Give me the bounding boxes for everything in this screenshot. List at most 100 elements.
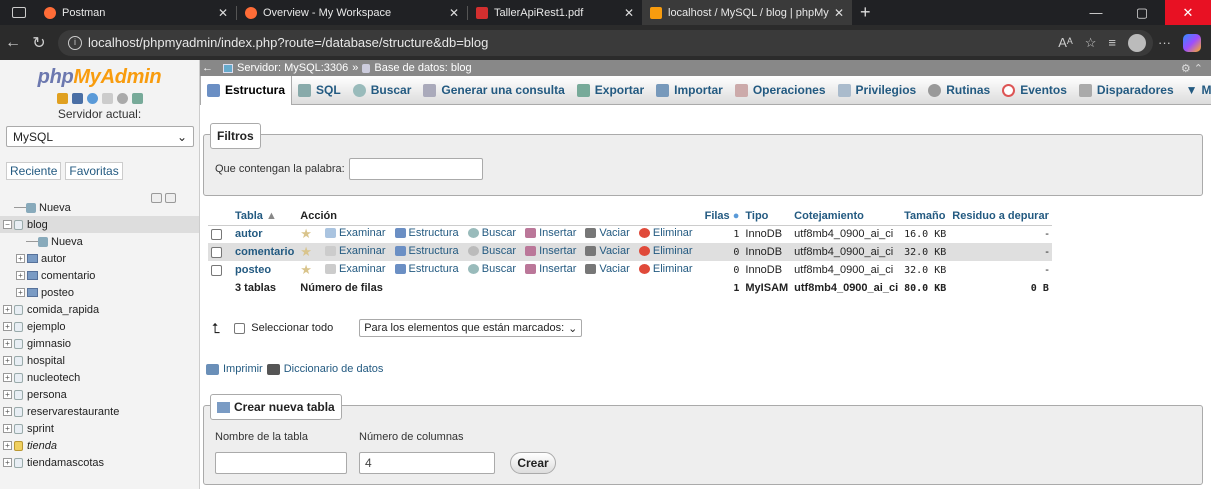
new-tab-button[interactable]: +	[860, 2, 871, 23]
search-action[interactable]: Buscar	[467, 227, 516, 239]
empty-action[interactable]: Vaciar	[585, 263, 630, 275]
logout-icon[interactable]	[71, 93, 83, 104]
server-select[interactable]: MySQL ⌄	[6, 126, 194, 147]
header-cotejamiento[interactable]: Cotejamiento	[791, 208, 902, 226]
table-name-input[interactable]	[215, 452, 347, 474]
phpmyadmin-logo[interactable]: phpMyAdmin	[0, 66, 199, 89]
tree-item-comentario[interactable]: + comentario	[0, 267, 199, 284]
search-action[interactable]: Buscar	[467, 263, 516, 275]
empty-action[interactable]: Vaciar	[585, 227, 630, 239]
close-tab-icon[interactable]: ✕	[624, 6, 634, 20]
tab-estructura[interactable]: Estructura	[200, 75, 293, 105]
tree-item-tienda[interactable]: + tienda	[0, 437, 199, 454]
row-checkbox[interactable]	[211, 228, 222, 240]
browser-tab-postman[interactable]: Postman ✕	[36, 0, 236, 25]
info-icon[interactable]: i	[68, 35, 82, 50]
tab-buscar[interactable]: Buscar	[347, 76, 418, 105]
drop-action[interactable]: Eliminar	[638, 263, 693, 275]
drop-action[interactable]: Eliminar	[638, 227, 693, 239]
expand-icon[interactable]: +	[3, 407, 12, 416]
expand-icon[interactable]: +	[3, 424, 12, 433]
expand-icon[interactable]: +	[16, 254, 25, 263]
header-tabla[interactable]: Tabla ▲	[232, 208, 298, 226]
header-tamano[interactable]: Tamaño	[901, 208, 950, 226]
browse-action[interactable]: Examinar	[325, 227, 385, 239]
refresh-icon[interactable]: ↻	[26, 33, 52, 53]
tree-item-autor[interactable]: + autor	[0, 250, 199, 267]
create-button[interactable]: Crear	[510, 452, 556, 474]
help-icon[interactable]: ●	[733, 210, 740, 222]
favorite-star-icon[interactable]: ★	[300, 226, 312, 241]
tab-rutinas[interactable]: Rutinas	[922, 76, 996, 105]
expand-icon[interactable]: +	[3, 441, 12, 450]
tab-operaciones[interactable]: Operaciones	[729, 76, 832, 105]
empty-action[interactable]: Vaciar	[585, 245, 630, 257]
tree-item-hospital[interactable]: + hospital	[0, 352, 199, 369]
tree-item-nucleotech[interactable]: + nucleotech	[0, 369, 199, 386]
table-name-link[interactable]: comentario	[235, 246, 294, 258]
minimize-button[interactable]: —	[1073, 0, 1119, 25]
size-cell[interactable]: 16.0 KB	[901, 225, 950, 243]
browser-tab-phpmyadmin[interactable]: localhost / MySQL / blog | phpMy ✕	[642, 0, 852, 25]
tab-more[interactable]: ▼Má	[1180, 76, 1211, 105]
structure-action[interactable]: Estructura	[394, 263, 459, 275]
tree-item-new-table[interactable]: Nueva	[0, 233, 199, 250]
expand-icon[interactable]: +	[3, 373, 12, 382]
expand-icon[interactable]: +	[3, 305, 12, 314]
tree-item-tiendamascotas[interactable]: + tiendamascotas	[0, 454, 199, 471]
tree-item-comida-rapida[interactable]: + comida_rapida	[0, 301, 199, 318]
structure-action[interactable]: Estructura	[394, 227, 459, 239]
collections-icon[interactable]: ≡	[1108, 35, 1116, 50]
expand-icon[interactable]: +	[16, 271, 25, 280]
select-all-label[interactable]: Seleccionar todo	[251, 322, 333, 334]
tab-privilegios[interactable]: Privilegios	[832, 76, 923, 105]
expand-icon[interactable]: +	[3, 356, 12, 365]
search-action[interactable]: Buscar	[467, 245, 516, 257]
maximize-button[interactable]: ▢	[1119, 0, 1165, 25]
arrow-left-icon[interactable]: ←	[202, 62, 213, 74]
tab-eventos[interactable]: Eventos	[996, 76, 1073, 105]
expand-icon[interactable]: +	[3, 458, 12, 467]
row-checkbox[interactable]	[211, 264, 222, 276]
tree-item-gimnasio[interactable]: + gimnasio	[0, 335, 199, 352]
favorite-star-icon[interactable]: ☆	[1085, 35, 1097, 51]
header-filas[interactable]: Filas ●	[701, 208, 743, 226]
expand-icon[interactable]: +	[3, 322, 12, 331]
filter-input[interactable]	[349, 158, 483, 180]
breadcrumb-database[interactable]: Base de datos: blog	[374, 62, 471, 74]
browser-tab-pdf[interactable]: TallerApiRest1.pdf ✕	[468, 0, 642, 25]
more-menu-icon[interactable]: ···	[1158, 35, 1171, 50]
url-field[interactable]: i localhost/phpmyadmin/index.php?route=/…	[58, 29, 1153, 56]
docs-icon[interactable]	[101, 93, 113, 104]
close-window-button[interactable]: ✕	[1165, 0, 1211, 25]
tab-generar-consulta[interactable]: Generar una consulta	[417, 76, 570, 105]
data-dictionary-link[interactable]: Diccionario de datos	[284, 363, 384, 375]
print-link[interactable]: Imprimir	[223, 363, 263, 375]
tab-exportar[interactable]: Exportar	[571, 76, 650, 105]
tree-item-reservarestaurante[interactable]: + reservarestaurante	[0, 403, 199, 420]
drop-action[interactable]: Eliminar	[638, 245, 693, 257]
expand-icon[interactable]: +	[3, 390, 12, 399]
close-tab-icon[interactable]: ✕	[834, 6, 844, 20]
insert-action[interactable]: Insertar	[525, 227, 576, 239]
collapse-icon[interactable]: −	[3, 220, 12, 229]
tree-item-persona[interactable]: + persona	[0, 386, 199, 403]
tab-importar[interactable]: Importar	[650, 76, 729, 105]
settings-icon[interactable]	[116, 93, 128, 104]
table-name-link[interactable]: autor	[235, 228, 263, 240]
favorite-star-icon[interactable]: ★	[300, 244, 312, 259]
help-icon[interactable]	[86, 93, 98, 104]
tree-item-sprint[interactable]: + sprint	[0, 420, 199, 437]
insert-action[interactable]: Insertar	[525, 245, 576, 257]
tree-item-posteo[interactable]: + posteo	[0, 284, 199, 301]
close-tab-icon[interactable]: ✕	[218, 6, 228, 20]
settings-gear-icon[interactable]: ⚙ ⌃	[1181, 62, 1203, 75]
header-residuo[interactable]: Residuo a depurar	[949, 208, 1052, 226]
insert-action[interactable]: Insertar	[525, 263, 576, 275]
table-name-link[interactable]: posteo	[235, 264, 271, 276]
favorite-star-icon[interactable]: ★	[300, 262, 312, 277]
tab-sql[interactable]: SQL	[292, 76, 347, 105]
recent-link[interactable]: Reciente	[6, 162, 62, 180]
browse-action[interactable]: Examinar	[325, 245, 385, 257]
header-tipo[interactable]: Tipo	[742, 208, 792, 226]
